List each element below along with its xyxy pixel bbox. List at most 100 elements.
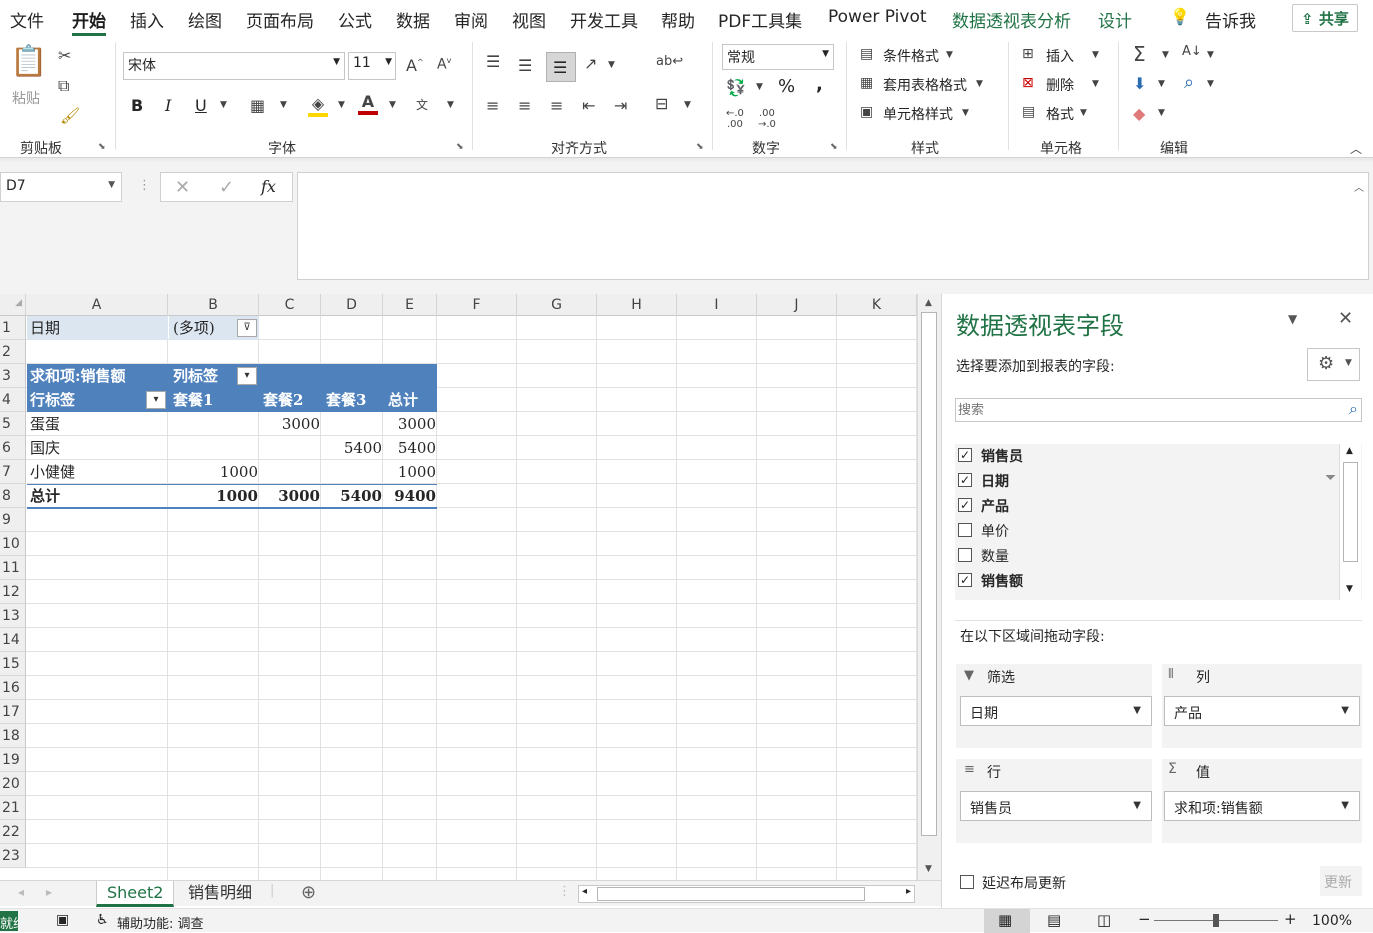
tab-power-pivot[interactable]: Power Pivot <box>828 7 927 27</box>
name-box[interactable]: D7 ▼ <box>0 172 122 202</box>
tab-developer[interactable]: 开发工具 <box>570 7 638 32</box>
cell-styles-button[interactable]: 单元格样式 <box>883 104 953 124</box>
clipboard-launcher-icon[interactable]: ⬊ <box>98 142 106 152</box>
chevron-down-icon[interactable]: ▼ <box>1207 79 1214 89</box>
column-header-d[interactable]: D <box>321 294 383 316</box>
tab-data[interactable]: 数据 <box>396 7 430 32</box>
field-checkbox[interactable]: ✓ <box>958 448 972 462</box>
align-center-icon[interactable]: ≡ <box>518 96 531 115</box>
column-header-c[interactable]: C <box>259 294 321 316</box>
horizontal-scrollbar[interactable]: ◂ ▸ <box>578 885 915 903</box>
cancel-icon[interactable]: ✕ <box>175 177 190 198</box>
field-checkbox[interactable] <box>958 523 972 537</box>
chevron-down-icon[interactable]: ▼ <box>447 100 454 110</box>
pivot-value-cell[interactable]: 3000 <box>376 412 436 436</box>
format-cells-icon[interactable]: ▤ <box>1022 104 1035 120</box>
wrap-text-icon[interactable]: ab↩ <box>656 54 683 69</box>
pivot-value-cell[interactable] <box>260 460 320 484</box>
chevron-down-icon[interactable]: ▼ <box>1080 108 1087 118</box>
filters-field-pill[interactable]: 日期 ▼ <box>960 696 1152 726</box>
chevron-down-icon[interactable]: ▼ <box>756 82 763 92</box>
chevron-down-icon[interactable]: ▼ <box>684 100 691 110</box>
collapse-formula-bar-icon[interactable]: ︿ <box>1354 179 1364 194</box>
normal-view-button[interactable]: ▦ <box>984 909 1030 933</box>
pivot-row-label[interactable]: 小健健 <box>30 460 75 484</box>
insert-cells-button[interactable]: 插入 <box>1046 46 1074 66</box>
pivot-value-cell[interactable]: 5400 <box>322 436 382 460</box>
update-button[interactable]: 更新 <box>1320 866 1362 896</box>
column-header-f[interactable]: F <box>437 294 517 316</box>
enter-icon[interactable]: ✓ <box>219 177 234 198</box>
field-name[interactable]: 数量 <box>981 546 1009 566</box>
number-launcher-icon[interactable]: ⬊ <box>830 142 838 152</box>
align-top-icon[interactable]: ☰ <box>486 52 500 71</box>
pivot-value-cell[interactable] <box>322 460 382 484</box>
column-header-a[interactable]: A <box>26 294 168 316</box>
column-header-e[interactable]: E <box>383 294 437 316</box>
tab-file[interactable]: 文件 <box>10 7 44 32</box>
field-search-input[interactable] <box>958 401 1328 419</box>
accessibility-icon[interactable]: ♿ <box>96 912 109 928</box>
close-icon[interactable]: ✕ <box>1338 308 1353 329</box>
currency-icon[interactable]: 💱 <box>726 78 746 97</box>
autosum-icon[interactable]: Σ <box>1133 42 1146 66</box>
scroll-left-icon[interactable]: ◂ <box>582 886 587 897</box>
pivot-col-header[interactable]: 总计 <box>388 388 419 412</box>
row-header-19[interactable]: 19 <box>0 748 26 772</box>
field-search-box[interactable]: ⌕ <box>955 398 1362 422</box>
sheet-tab-sales-detail[interactable]: 销售明细 <box>178 881 262 907</box>
decrease-decimal-icon[interactable]: .00 →.0 <box>758 108 776 130</box>
zoom-level[interactable]: 100% <box>1312 913 1352 929</box>
scroll-down-icon[interactable]: ▼ <box>925 864 932 874</box>
field-checkbox[interactable] <box>958 548 972 562</box>
chevron-down-icon[interactable]: ▼ <box>338 100 345 110</box>
alignment-launcher-icon[interactable]: ⬊ <box>696 142 704 152</box>
row-header-2[interactable]: 2 <box>0 340 26 364</box>
border-icon[interactable]: ▦ <box>250 96 265 115</box>
field-checkbox[interactable]: ✓ <box>958 498 972 512</box>
row-header-10[interactable]: 10 <box>0 532 26 556</box>
fill-color-icon[interactable]: ◈ <box>308 94 328 117</box>
row-header-5[interactable]: 5 <box>0 412 26 436</box>
align-bottom-button[interactable]: ☰ <box>546 52 576 82</box>
paste-icon[interactable]: 📋 <box>10 44 47 84</box>
field-list-scrollbar[interactable]: ▲ ▼ <box>1339 444 1361 600</box>
orientation-icon[interactable]: ↗ <box>584 54 597 73</box>
font-launcher-icon[interactable]: ⬊ <box>456 142 464 152</box>
field-checkbox[interactable]: ✓ <box>958 473 972 487</box>
field-name[interactable]: 产品 <box>981 496 1009 516</box>
increase-indent-icon[interactable]: ⇥ <box>614 96 627 115</box>
values-area[interactable]: Σ 值 求和项:销售额 ▼ <box>1162 759 1362 843</box>
pivot-value-cell[interactable]: 1000 <box>198 484 258 508</box>
pivot-value-cell[interactable]: 5400 <box>322 484 382 508</box>
row-header-9[interactable]: 9 <box>0 508 26 532</box>
scroll-up-icon[interactable]: ▲ <box>1346 446 1353 456</box>
formula-input[interactable]: ︿ <box>297 172 1369 280</box>
macro-record-icon[interactable]: ▣ <box>56 912 69 928</box>
conditional-format-icon[interactable]: ▤ <box>860 46 873 62</box>
tab-page-layout[interactable]: 页面布局 <box>246 7 314 32</box>
pivot-col-header[interactable]: 套餐1 <box>173 388 214 412</box>
row-header-21[interactable]: 21 <box>0 796 26 820</box>
share-button[interactable]: ⇪ 共享 <box>1292 4 1358 32</box>
select-all-corner[interactable]: ◢ <box>0 294 26 316</box>
scroll-right-icon[interactable]: ▸ <box>906 886 911 897</box>
column-header-g[interactable]: G <box>517 294 597 316</box>
chevron-down-icon[interactable]: ▼ <box>1092 50 1099 60</box>
sort-filter-icon[interactable]: A↓ <box>1182 44 1202 59</box>
pivot-filter-label[interactable]: 日期 <box>27 316 168 340</box>
row-header-11[interactable]: 11 <box>0 556 26 580</box>
row-header-16[interactable]: 16 <box>0 676 26 700</box>
field-checkbox[interactable]: ✓ <box>958 573 972 587</box>
tab-review[interactable]: 审阅 <box>454 7 488 32</box>
collapse-ribbon-icon[interactable]: ︿ <box>1350 140 1362 157</box>
row-header-12[interactable]: 12 <box>0 580 26 604</box>
percent-button[interactable]: % <box>778 76 795 97</box>
panel-options-chevron-icon[interactable]: ▼ <box>1288 312 1297 326</box>
page-break-view-icon[interactable]: ◫ <box>1097 911 1111 929</box>
next-sheet-icon[interactable]: ▸ <box>46 885 52 899</box>
pivot-value-cell[interactable] <box>198 412 258 436</box>
comma-button[interactable]: , <box>816 74 823 95</box>
page-layout-view-icon[interactable]: ▤ <box>1047 911 1061 929</box>
defer-update-checkbox[interactable] <box>960 875 974 889</box>
